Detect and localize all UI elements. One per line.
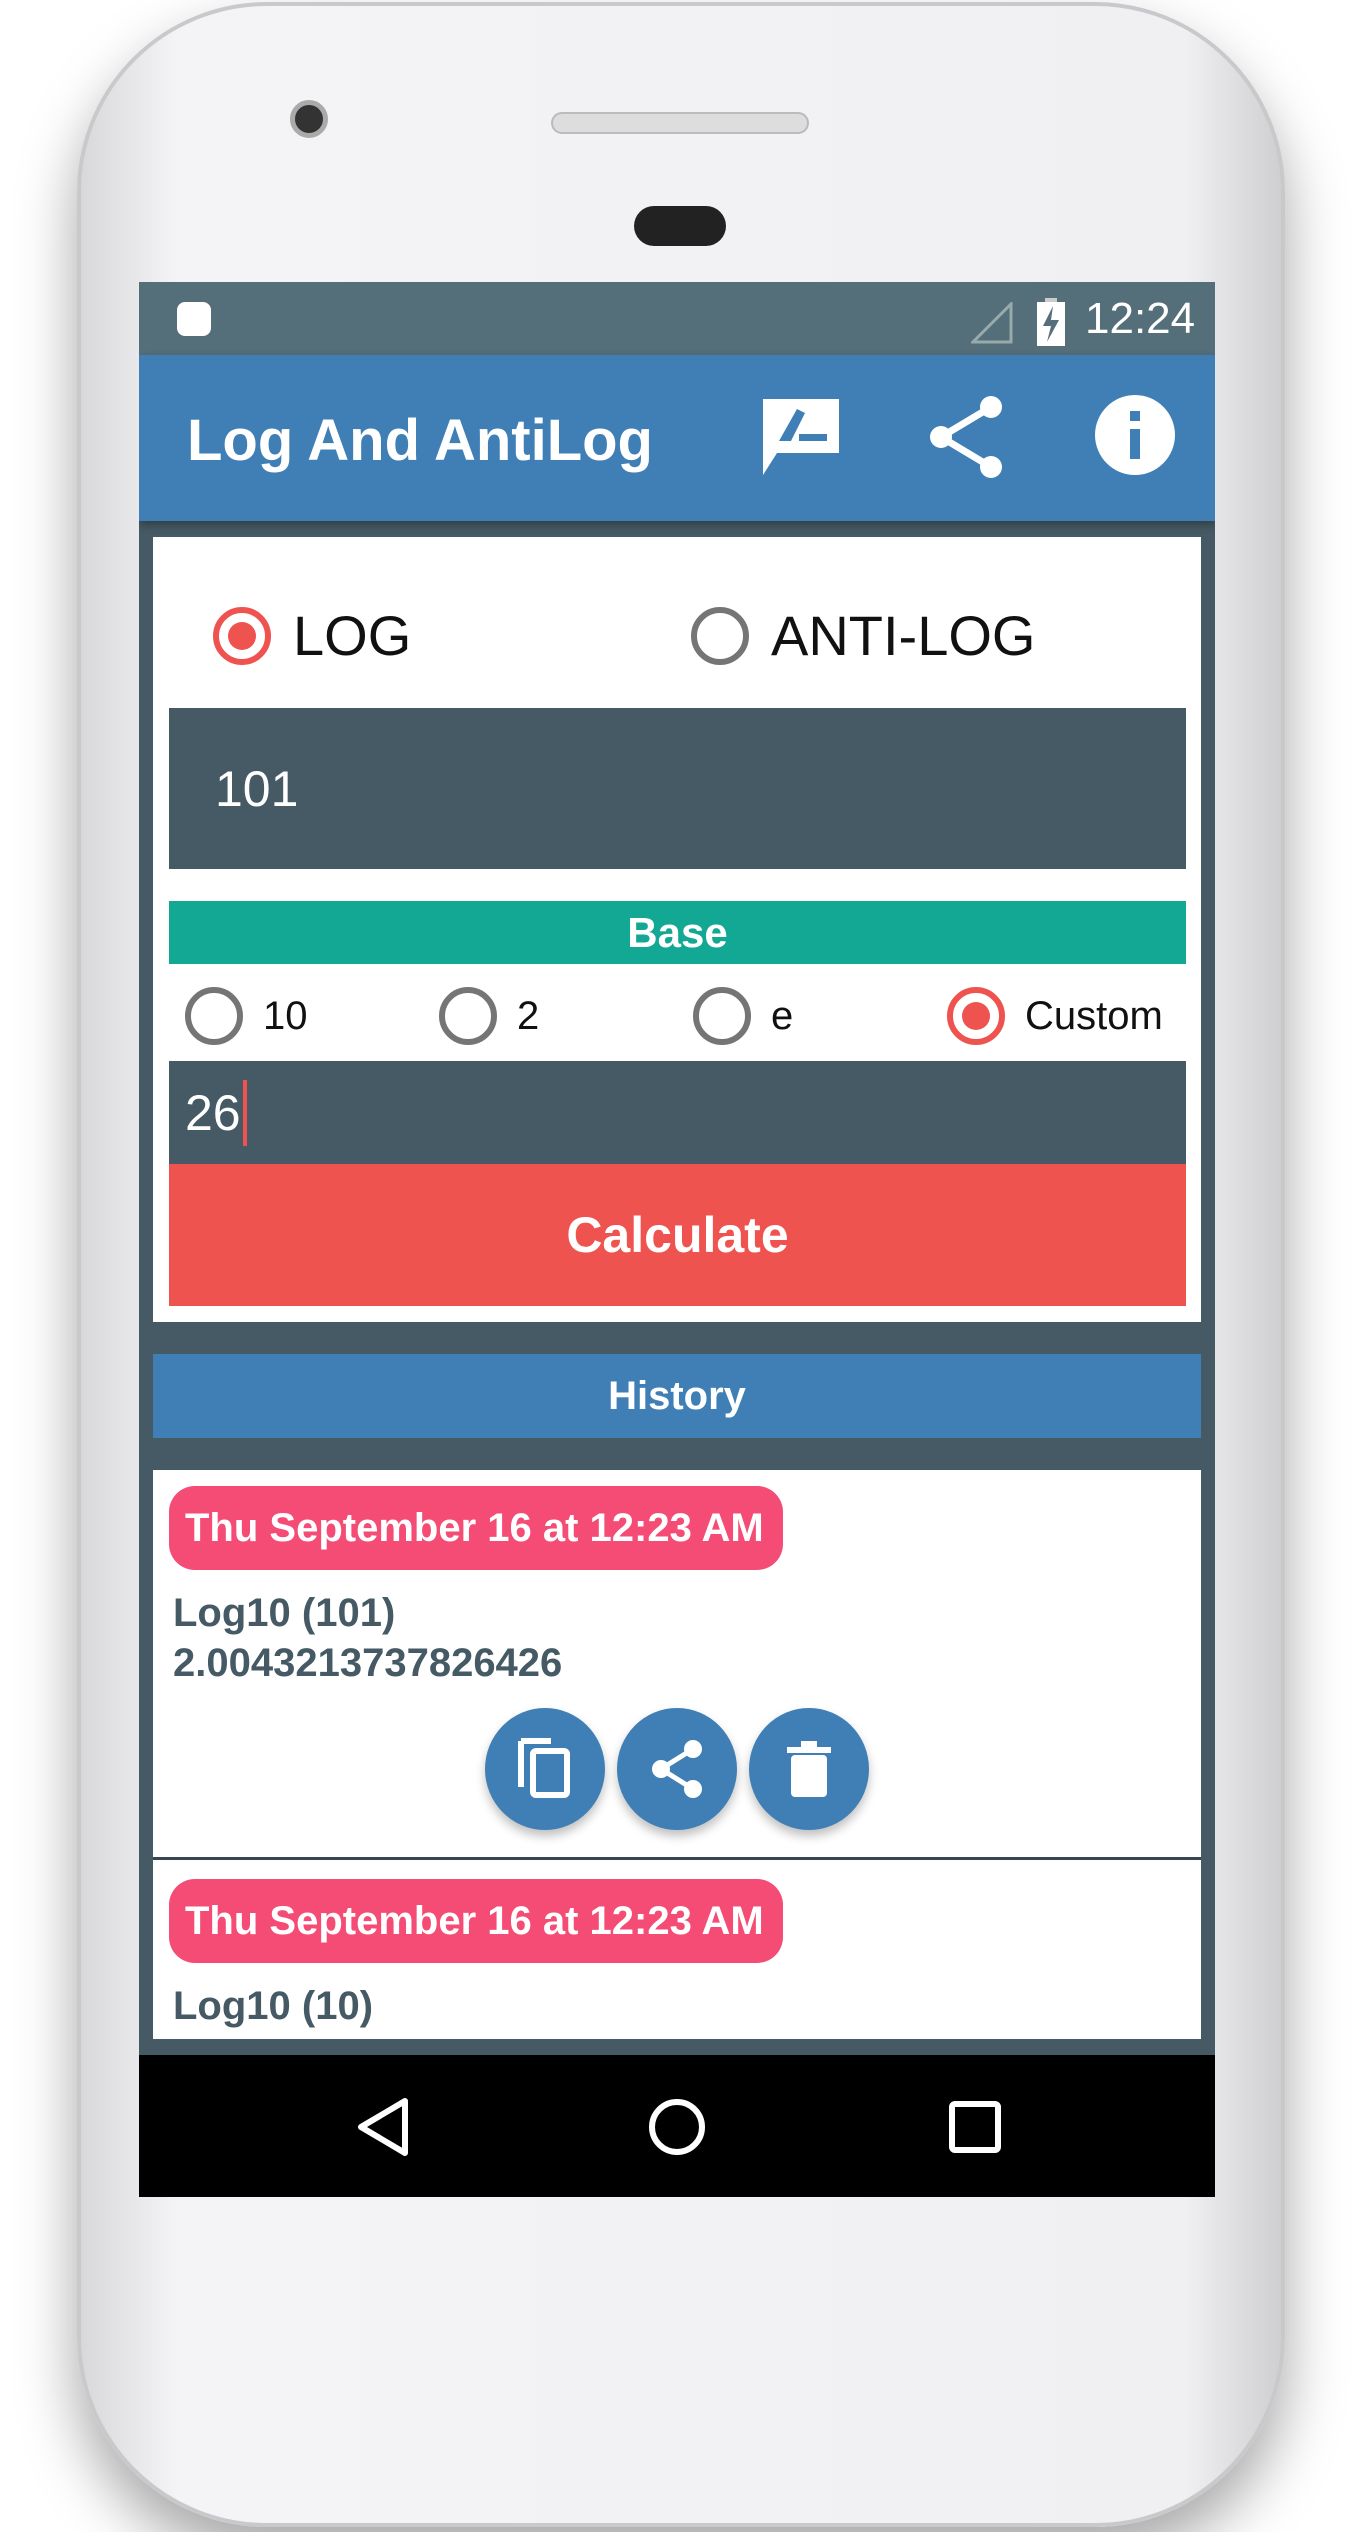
radio-label: e <box>771 993 794 1038</box>
custom-base-input[interactable]: 26 <box>169 1061 1186 1164</box>
radio-label: Custom <box>1025 993 1163 1038</box>
signal-icon <box>971 302 1013 344</box>
app-title: Log And AntiLog <box>187 408 653 473</box>
radio-button[interactable] <box>691 606 749 665</box>
radio-label: LOG <box>293 604 412 667</box>
history-result: 2.0043213737826426 <box>173 1641 563 1685</box>
share-icon[interactable] <box>927 395 1007 479</box>
status-bar: 12:24 <box>139 282 1215 355</box>
delete-button[interactable] <box>749 1708 869 1830</box>
base-option-10[interactable]: 10 <box>185 987 308 1045</box>
radio-label: ANTI-LOG <box>771 604 1036 667</box>
custom-base-value: 26 <box>185 1084 241 1141</box>
radio-button[interactable] <box>213 606 271 665</box>
text-cursor <box>242 1079 247 1146</box>
number-input[interactable]: 101 <box>169 708 1186 869</box>
earpiece-speaker <box>551 112 809 134</box>
info-icon[interactable] <box>1095 395 1175 475</box>
feedback-icon[interactable] <box>759 395 843 485</box>
base-option-e[interactable]: e <box>693 987 793 1045</box>
radio-button[interactable] <box>439 987 497 1045</box>
history-expression: Log10 (101) <box>173 1591 396 1635</box>
history-expression: Log10 (10) <box>173 1984 374 2028</box>
number-input-value: 101 <box>215 761 299 817</box>
share-icon <box>652 1740 702 1798</box>
radio-antilog[interactable]: ANTI-LOG <box>691 603 1035 668</box>
android-notification-icon <box>177 302 211 336</box>
radio-label: 10 <box>263 993 308 1038</box>
radio-label: 2 <box>517 993 540 1038</box>
base-option-2[interactable]: 2 <box>439 987 539 1045</box>
history-list[interactable]: Thu September 16 at 12:23 AM Log10 (101)… <box>153 1470 1201 2039</box>
recents-icon[interactable] <box>947 2099 1003 2155</box>
history-item: Thu September 16 at 12:23 AM Log10 (10) … <box>153 1863 1201 2039</box>
copy-icon <box>518 1738 570 1798</box>
radio-button[interactable] <box>947 987 1005 1045</box>
radio-button[interactable] <box>185 987 243 1045</box>
calculator-card: LOG ANTI-LOG 101 Base 10 2 e Custom 26 C… <box>153 537 1201 1322</box>
history-result: 1.0 <box>173 2031 229 2039</box>
back-icon[interactable] <box>355 2097 411 2157</box>
navigation-bar <box>139 2055 1215 2197</box>
radio-log[interactable]: LOG <box>213 603 411 668</box>
history-header: History <box>153 1354 1201 1438</box>
trash-icon <box>787 1741 831 1797</box>
screen: 12:24 Log And AntiLog LOG ANTI-LOG 101 B… <box>139 282 1215 2197</box>
base-header: Base <box>169 901 1186 964</box>
calculate-button[interactable]: Calculate <box>169 1164 1186 1306</box>
copy-button[interactable] <box>485 1708 605 1830</box>
battery-charging-icon <box>1037 298 1065 346</box>
radio-button[interactable] <box>693 987 751 1045</box>
history-item: Thu September 16 at 12:23 AM Log10 (101)… <box>153 1470 1201 1860</box>
history-date-badge: Thu September 16 at 12:23 AM <box>169 1486 783 1570</box>
history-date-badge: Thu September 16 at 12:23 AM <box>169 1879 783 1963</box>
base-option-custom[interactable]: Custom <box>947 987 1163 1045</box>
status-time: 12:24 <box>1085 294 1196 343</box>
proximity-sensor <box>634 206 726 246</box>
toolbar: Log And AntiLog <box>139 355 1215 521</box>
front-camera <box>290 100 328 138</box>
home-icon[interactable] <box>647 2097 707 2157</box>
share-button[interactable] <box>617 1708 737 1830</box>
